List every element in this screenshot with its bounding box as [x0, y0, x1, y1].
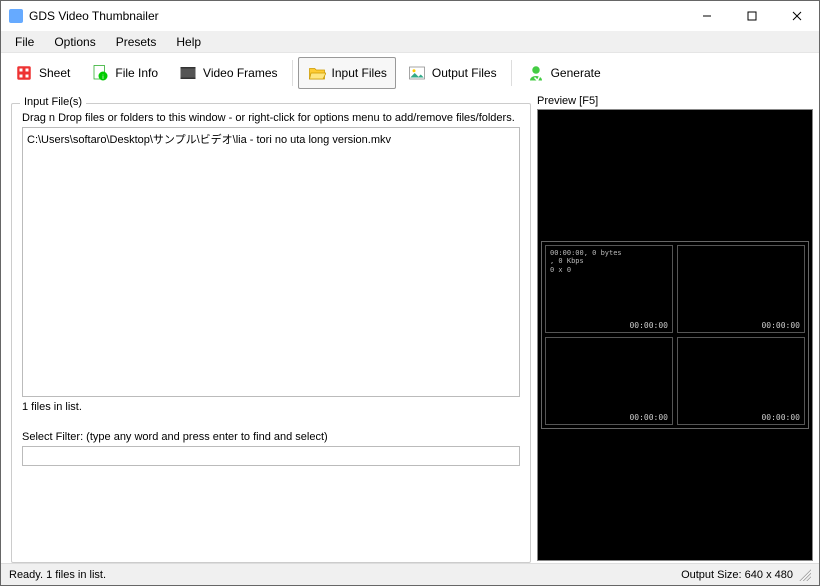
- status-right: Output Size: 640 x 480: [681, 569, 793, 581]
- thumbnail-timestamp: 00:00:00: [761, 413, 800, 422]
- thumbnail-3[interactable]: 00:00:00: [545, 337, 673, 425]
- minimize-button[interactable]: [684, 1, 729, 31]
- menu-presets[interactable]: Presets: [106, 33, 167, 51]
- toolbar-file-info-label: File Info: [115, 66, 158, 80]
- input-files-legend: Input File(s): [20, 96, 86, 108]
- input-files-group: Input File(s) Drag n Drop files or folde…: [11, 103, 531, 563]
- menu-file[interactable]: File: [5, 33, 44, 51]
- toolbar-sheet-label: Sheet: [39, 66, 70, 80]
- thumbnail-timestamp: 00:00:00: [761, 321, 800, 330]
- toolbar-video-frames-button[interactable]: Video Frames: [169, 57, 286, 89]
- toolbar-sheet-button[interactable]: Sheet: [5, 57, 79, 89]
- menu-help[interactable]: Help: [166, 33, 211, 51]
- folder-open-icon: [307, 63, 327, 83]
- left-panel: Input File(s) Drag n Drop files or folde…: [11, 95, 531, 561]
- generate-icon: [526, 63, 546, 83]
- window-title: GDS Video Thumbnailer: [29, 9, 159, 23]
- toolbar-generate-button[interactable]: Generate: [517, 57, 610, 89]
- statusbar: Ready. 1 files in list. Output Size: 640…: [1, 563, 819, 585]
- file-list[interactable]: C:\Users\softaro\Desktop\サンプル\ビデオ\lia - …: [22, 127, 520, 397]
- maximize-button[interactable]: [729, 1, 774, 31]
- thumbnail-grid: 00:00:00, 0 bytes , 0 Kbps 0 x 0 00:00:0…: [541, 241, 809, 429]
- preview-area[interactable]: 00:00:00, 0 bytes , 0 Kbps 0 x 0 00:00:0…: [537, 109, 813, 561]
- toolbar-separator: [292, 60, 293, 86]
- toolbar-output-files-label: Output Files: [432, 66, 497, 80]
- content-area: Input File(s) Drag n Drop files or folde…: [1, 93, 819, 563]
- toolbar-separator-2: [511, 60, 512, 86]
- thumbnail-timestamp: 00:00:00: [629, 413, 668, 422]
- resize-grip-icon[interactable]: [799, 569, 811, 581]
- file-info-icon: i: [90, 63, 110, 83]
- app-window: GDS Video Thumbnailer File Options Prese…: [0, 0, 820, 586]
- toolbar-file-info-button[interactable]: i File Info: [81, 57, 167, 89]
- menu-options[interactable]: Options: [44, 33, 105, 51]
- toolbar-input-files-button[interactable]: Input Files: [298, 57, 396, 89]
- picture-icon: [407, 63, 427, 83]
- thumbnail-meta: 00:00:00, 0 bytes , 0 Kbps 0 x 0: [550, 249, 622, 274]
- toolbar: Sheet i File Info Video Frames Input Fil…: [1, 53, 819, 93]
- sheet-icon: [14, 63, 34, 83]
- video-frames-icon: [178, 63, 198, 83]
- toolbar-input-files-label: Input Files: [332, 66, 387, 80]
- app-icon: [9, 9, 23, 23]
- preview-label: Preview [F5]: [537, 95, 813, 107]
- toolbar-video-frames-label: Video Frames: [203, 66, 277, 80]
- file-count-label: 1 files in list.: [22, 401, 520, 413]
- titlebar: GDS Video Thumbnailer: [1, 1, 819, 31]
- preview-panel: Preview [F5] 00:00:00, 0 bytes , 0 Kbps …: [537, 95, 813, 561]
- toolbar-output-files-button[interactable]: Output Files: [398, 57, 506, 89]
- thumbnail-timestamp: 00:00:00: [629, 321, 668, 330]
- status-left: Ready. 1 files in list.: [9, 569, 106, 581]
- close-button[interactable]: [774, 1, 819, 31]
- thumbnail-4[interactable]: 00:00:00: [677, 337, 805, 425]
- filter-input[interactable]: [22, 446, 520, 466]
- menubar: File Options Presets Help: [1, 31, 819, 53]
- toolbar-generate-label: Generate: [551, 66, 601, 80]
- filter-label: Select Filter: (type any word and press …: [22, 431, 520, 443]
- thumbnail-2[interactable]: 00:00:00: [677, 245, 805, 333]
- thumbnail-1[interactable]: 00:00:00, 0 bytes , 0 Kbps 0 x 0 00:00:0…: [545, 245, 673, 333]
- drag-drop-hint: Drag n Drop files or folders to this win…: [22, 112, 520, 124]
- file-list-item[interactable]: C:\Users\softaro\Desktop\サンプル\ビデオ\lia - …: [25, 130, 517, 148]
